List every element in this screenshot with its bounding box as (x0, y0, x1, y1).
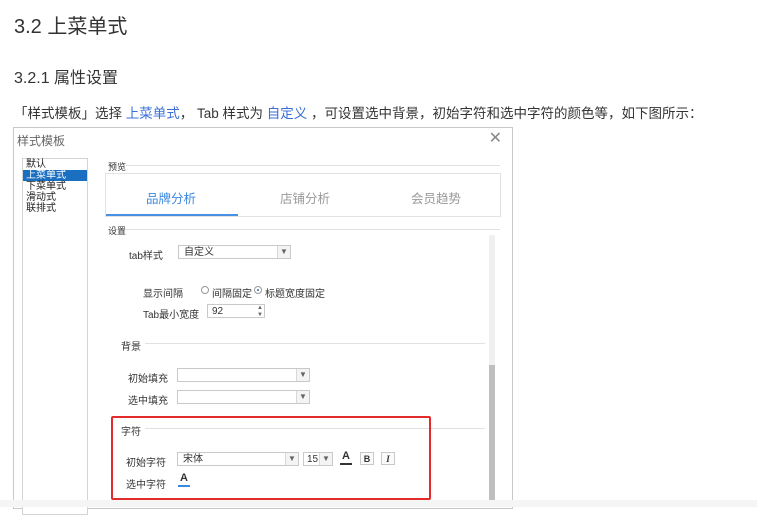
spinner-arrows-icon[interactable]: ▲ ▼ (255, 305, 265, 319)
para-text-3: ，可设置选中背景，初始字符和选中字符的颜色等，如下图所示： (307, 106, 703, 121)
style-item-default[interactable]: 默认 (23, 159, 87, 170)
min-width-value: 92 (212, 306, 224, 317)
link-top-menu[interactable]: 上菜单式 (126, 106, 180, 121)
settings-scrollbar[interactable] (489, 235, 495, 507)
active-tab-underline (106, 214, 238, 216)
section-heading: 3.2 上菜单式 (14, 16, 128, 38)
subsection-heading: 3.2.1 属性设置 (14, 70, 119, 87)
tab-brand-analysis[interactable]: 品牌分析 (146, 188, 196, 207)
tab-style-select[interactable]: 自定义 ▼ (178, 245, 291, 259)
style-list: 默认 上菜单式 下菜单式 滑动式 联排式 (22, 158, 88, 515)
background-divider (145, 343, 485, 344)
dialog-titlebar: 样式模板 ✕ (14, 128, 512, 152)
radio-fixed-width[interactable] (254, 286, 262, 294)
preview-divider (126, 165, 500, 166)
tab-store-analysis[interactable]: 店铺分析 (280, 188, 330, 207)
para-text-2: ， Tab 样式为 (179, 106, 267, 121)
chevron-down-icon: ▼ (277, 246, 290, 258)
radio-fixed-spacing-label: 间隔固定 (212, 289, 252, 300)
tab-preview: 品牌分析 店铺分析 会员趋势 (105, 173, 501, 217)
para-text-1: 「样式模板」选择 (14, 106, 126, 121)
link-custom[interactable]: 自定义 (267, 106, 308, 121)
style-item-bottom-menu[interactable]: 下菜单式 (23, 181, 87, 192)
close-icon[interactable]: ✕ (489, 128, 502, 148)
highlight-box (111, 416, 431, 500)
min-width-stepper[interactable]: 92 ▲ ▼ (207, 304, 265, 318)
chevron-down-icon: ▼ (296, 369, 309, 381)
style-item-row[interactable]: 联排式 (23, 203, 87, 214)
tab-style-label: tab样式 (129, 251, 163, 262)
page-bottom-edge (0, 500, 757, 507)
radio-fixed-width-label: 标题宽度固定 (265, 289, 325, 300)
selected-fill-label: 选中填充 (128, 396, 168, 407)
style-item-top-menu[interactable]: 上菜单式 (23, 170, 87, 181)
initial-fill-label: 初始填充 (128, 374, 168, 385)
preview-label: 预览 (108, 162, 127, 172)
settings-divider (126, 229, 500, 230)
dialog-title: 样式模板 (17, 134, 66, 148)
initial-fill-select[interactable]: ▼ (177, 368, 310, 382)
radio-fixed-spacing[interactable] (201, 286, 209, 294)
scrollbar-thumb[interactable] (489, 365, 495, 507)
chevron-down-icon: ▼ (296, 391, 309, 403)
tab-member-trend[interactable]: 会员趋势 (411, 188, 461, 207)
tab-style-value: 自定义 (184, 247, 214, 258)
style-item-slide[interactable]: 滑动式 (23, 192, 87, 203)
spacing-label: 显示间隔 (143, 289, 183, 300)
description-paragraph: 「样式模板」选择 上菜单式， Tab 样式为 自定义 ，可设置选中背景，初始字符… (14, 102, 703, 122)
selected-fill-select[interactable]: ▼ (177, 390, 310, 404)
min-width-label: Tab最小宽度 (143, 310, 200, 321)
background-label: 背景 (121, 342, 141, 353)
